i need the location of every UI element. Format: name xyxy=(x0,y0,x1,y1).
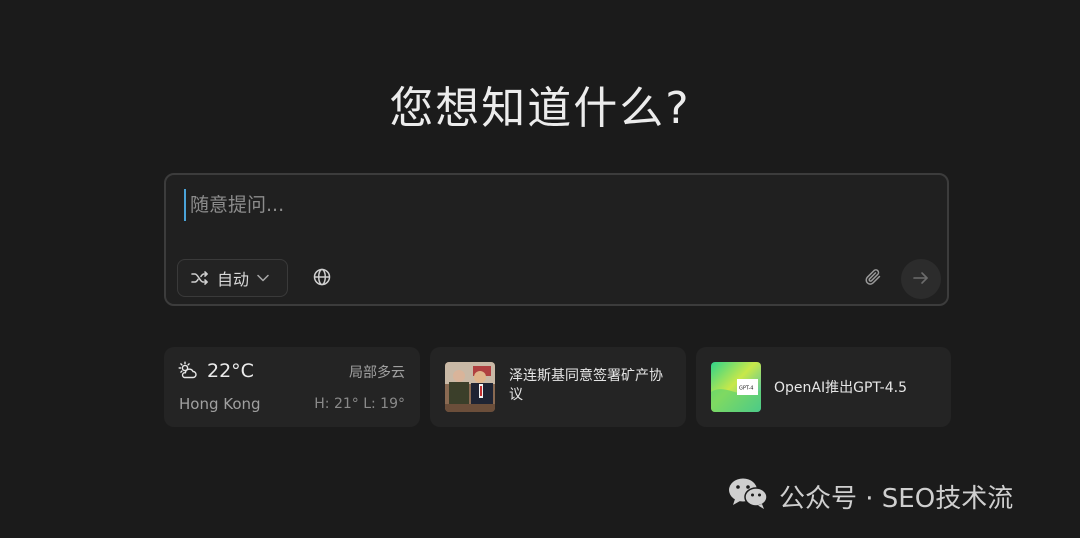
gpt-title: OpenAI推出GPT-4.5 xyxy=(774,380,907,396)
attach-button[interactable] xyxy=(859,265,887,293)
high-low-temperature: H: 21° L: 19° xyxy=(314,396,405,412)
news-thumbnail xyxy=(445,362,495,412)
gpt-news-card[interactable]: GPT-4 OpenAI推出GPT-4.5 xyxy=(696,347,951,427)
prompt-input[interactable] xyxy=(184,189,930,221)
weather-condition: 局部多云 xyxy=(349,365,405,381)
web-search-button[interactable] xyxy=(308,265,336,293)
chevron-down-icon xyxy=(257,274,269,282)
temperature: 22°C xyxy=(207,360,254,382)
watermark: 公众号 · SEO技术流 xyxy=(727,476,1013,517)
wechat-icon xyxy=(727,476,769,517)
mode-dropdown[interactable]: 自动 xyxy=(177,259,288,297)
news-title: 泽连斯基同意签署矿产协议 xyxy=(509,368,663,403)
gpt-thumbnail-text: GPT-4 xyxy=(739,386,753,392)
page-title: 您想知道什么? xyxy=(389,83,691,134)
globe-icon xyxy=(313,268,331,290)
gpt-thumbnail: GPT-4 xyxy=(711,362,761,412)
weather-card[interactable]: 22°C 局部多云 Hong Kong H: 21° L: 19° xyxy=(164,347,420,427)
send-button[interactable] xyxy=(901,259,941,299)
mode-label: 自动 xyxy=(217,270,250,289)
partly-cloudy-icon xyxy=(178,361,198,385)
suggestion-cards: 22°C 局部多云 Hong Kong H: 21° L: 19° 泽连斯基同意… xyxy=(164,347,951,427)
page: 您想知道什么? 自动 xyxy=(0,0,1080,538)
arrow-right-icon xyxy=(913,270,929,289)
news-card[interactable]: 泽连斯基同意签署矿产协议 xyxy=(430,347,686,427)
shuffle-icon xyxy=(191,270,209,286)
weather-location: Hong Kong xyxy=(179,395,261,413)
paperclip-icon xyxy=(864,268,882,290)
watermark-text: 公众号 · SEO技术流 xyxy=(779,484,1014,514)
prompt-composer: 自动 xyxy=(164,173,949,306)
